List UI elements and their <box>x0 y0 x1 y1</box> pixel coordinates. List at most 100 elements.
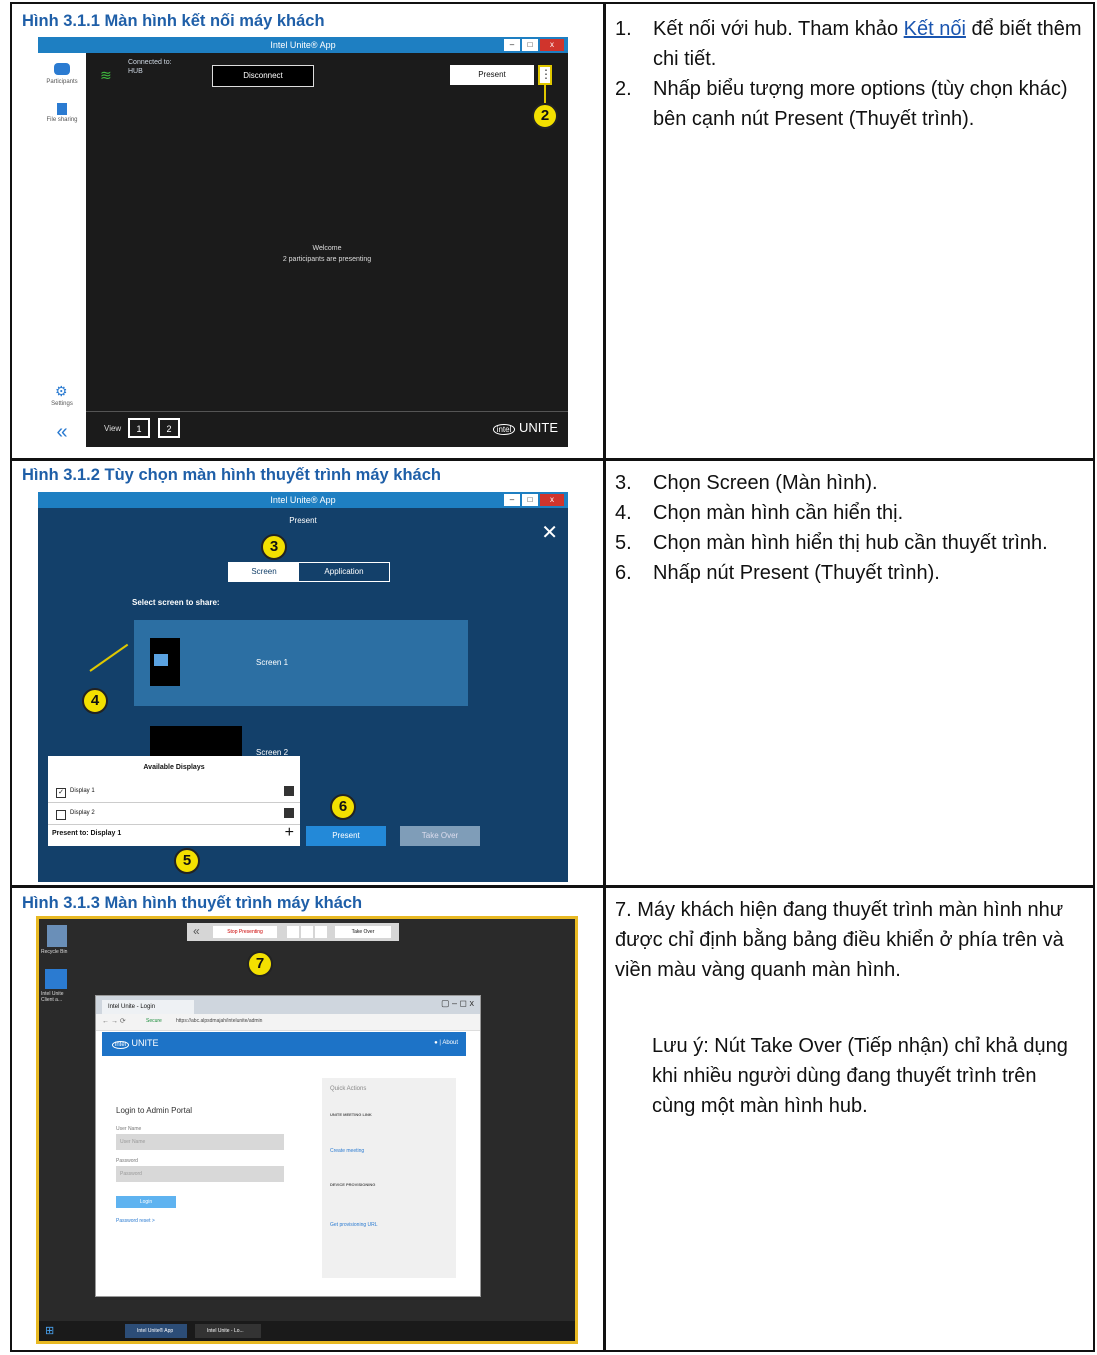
browser-tabbar: Intel Unite - Login ▢ – ◻ x <box>96 996 480 1014</box>
available-displays-popup: Available Displays ✓ Display 1 Display 2… <box>48 756 300 846</box>
disconnect-button[interactable]: Disconnect <box>212 65 314 87</box>
screen-1-thumbnail <box>150 638 180 686</box>
close-icon[interactable]: x <box>540 39 564 51</box>
available-displays-title: Available Displays <box>143 764 205 771</box>
user-name-field[interactable]: User Name <box>116 1134 284 1150</box>
minimize-icon[interactable]: – <box>504 494 520 506</box>
taskbar-browser[interactable]: Intel Unite - Lo... <box>195 1324 261 1338</box>
recycle-bin-label: Recycle Bin <box>41 949 68 955</box>
step-6: 6. Nhấp nút Present (Thuyết trình). <box>615 562 940 584</box>
participants-icon[interactable] <box>54 63 70 75</box>
present-header: Present <box>289 516 317 525</box>
stop-presenting-button[interactable]: Stop Presenting <box>213 926 277 938</box>
meeting-link-title: UNITE MEETING LINK <box>330 1112 372 1117</box>
step-5: 5. Chọn màn hình hiển thị hub cần thuyết … <box>615 532 1048 554</box>
chevron-down-icon[interactable] <box>301 926 313 938</box>
display-2-label: Display 2 <box>70 810 95 816</box>
present-button[interactable]: Present <box>450 65 534 85</box>
password-label: Password <box>116 1158 138 1164</box>
tab-group: Screen Application <box>228 562 390 582</box>
figure-caption-1: Hình 3.1.1 Màn hình kết nối máy khách <box>22 12 325 30</box>
view-label: View <box>104 424 122 433</box>
intel-unite-logo: intel UNITE <box>492 420 558 435</box>
quick-actions-title: Quick Actions <box>330 1086 367 1092</box>
file-sharing-label: File sharing <box>46 117 78 123</box>
callout-7: 7 <box>247 951 273 977</box>
gear-icon[interactable]: ⚙ <box>55 383 68 400</box>
unite-client-icon[interactable] <box>45 969 67 989</box>
step-4: 4. Chọn màn hình cần hiển thị. <box>615 502 904 524</box>
maximize-icon[interactable]: □ <box>522 494 538 506</box>
collapse-icon[interactable]: « <box>193 924 200 938</box>
close-icon[interactable]: x <box>540 494 564 506</box>
login-button[interactable]: Login <box>116 1196 176 1208</box>
callout-4: 4 <box>82 688 108 714</box>
speaker-icon[interactable] <box>315 926 327 938</box>
display-1-checkbox[interactable]: ✓ <box>56 788 66 798</box>
figure-caption-2: Hình 3.1.2 Tùy chọn màn hình thuyết trìn… <box>22 466 441 484</box>
login-title: Login to Admin Portal <box>116 1106 193 1115</box>
collapse-chevron-icon[interactable]: « <box>38 417 86 447</box>
callout-2: 2 <box>532 103 558 129</box>
presenting-toolbar: « Stop Presenting Take Over <box>187 923 399 941</box>
present-button[interactable]: Present <box>306 826 386 846</box>
pen-icon[interactable] <box>287 926 299 938</box>
file-icon[interactable] <box>57 103 67 115</box>
recycle-bin-icon[interactable] <box>47 925 67 947</box>
display-2-checkbox[interactable] <box>56 810 66 820</box>
tab-application[interactable]: Application <box>299 563 389 581</box>
unite-client-label: Intel Unite Client a... <box>41 991 64 1003</box>
grid-icon[interactable] <box>284 786 294 796</box>
callout-5: 5 <box>174 848 200 874</box>
minimize-icon[interactable]: – <box>504 39 520 51</box>
status-text: 2 participants are presenting <box>282 256 372 263</box>
tab-screen[interactable]: Screen <box>229 563 299 581</box>
take-over-button[interactable]: Take Over <box>400 826 480 846</box>
step-3: 3. Chọn Screen (Màn hình). <box>615 472 878 494</box>
address-bar: ← → ⟳ Secure https://abc.alpsdmajah/inte… <box>96 1014 480 1031</box>
maximize-icon[interactable]: □ <box>522 39 538 51</box>
windows-start-icon[interactable]: ⊞ <box>45 1324 54 1337</box>
password-reset-link[interactable]: Password reset > <box>116 1218 155 1224</box>
bottom-bar: View 1 2 intel UNITE <box>86 411 568 448</box>
more-options-icon[interactable]: ⋮ <box>538 65 552 85</box>
app-window-2: Intel Unite® App – □ x Present ✕ 3 Scree… <box>38 492 568 882</box>
unite-logo: intel UNITE <box>112 1038 159 1049</box>
about-link[interactable]: ● | About <box>434 1040 458 1046</box>
link-ket-noi[interactable]: Kết nối <box>904 18 966 40</box>
view-2-button[interactable]: 2 <box>158 418 180 438</box>
browser-tab[interactable]: Intel Unite - Login <box>102 1000 194 1014</box>
note: Lưu ý: Nút Take Over (Tiếp nhận) chỉ khả… <box>652 1035 1068 1117</box>
secure-label: Secure <box>146 1018 162 1024</box>
take-over-button[interactable]: Take Over <box>335 926 391 938</box>
taskbar-unite-app[interactable]: Intel Unite® App <box>125 1324 187 1338</box>
step-2: 2. Nhấp biểu tượng more options (tùy chọn… <box>615 78 1068 130</box>
figure-caption-3: Hình 3.1.3 Màn hình thuyết trình máy khá… <box>22 894 363 912</box>
screen-1-option[interactable]: Screen 1 <box>134 620 468 706</box>
browser-window: Intel Unite - Login ▢ – ◻ x ← → ⟳ Secure… <box>95 995 481 1297</box>
close-x-icon[interactable]: ✕ <box>541 520 558 545</box>
step-1: 1. Kết nối với hub. Tham khảo Kết nối để … <box>615 18 1082 70</box>
taskbar: ⊞ Intel Unite® App Intel Unite - Lo... <box>39 1321 575 1341</box>
callout-6: 6 <box>330 794 356 820</box>
wifi-icon: ≋ <box>100 67 112 83</box>
connected-label: Connected to: <box>128 59 172 66</box>
create-meeting-link[interactable]: Create meeting <box>330 1148 364 1154</box>
title-bar-2: Intel Unite® App <box>38 492 568 508</box>
app-window-1: Intel Unite® App – □ x Participants File… <box>38 37 568 447</box>
participants-label: Participants <box>46 79 78 85</box>
callout-leader <box>544 85 546 103</box>
nav-arrows-icon[interactable]: ← → ⟳ <box>102 1017 126 1025</box>
window-controls-icon[interactable]: ▢ – ◻ x <box>441 998 474 1009</box>
password-field[interactable]: Password <box>116 1166 284 1182</box>
view-1-button[interactable]: 1 <box>128 418 150 438</box>
step-7: 7. Máy khách hiện đang thuyết trình màn … <box>615 899 1064 981</box>
screen-1-label: Screen 1 <box>256 658 289 667</box>
quick-actions-panel: Quick Actions UNITE MEETING LINK Create … <box>322 1078 456 1278</box>
grid-icon[interactable] <box>284 808 294 818</box>
steps-list-2: 3. Chọn Screen (Màn hình). 4. Chọn màn hìn… <box>615 468 1095 588</box>
provisioning-title: DEVICE PROVISIONING <box>330 1182 376 1187</box>
add-icon[interactable]: + <box>285 824 294 842</box>
get-provisioning-link[interactable]: Get provisioning URL <box>330 1222 378 1228</box>
url-input[interactable]: https://abc.alpsdmajah/intelunite/admin <box>176 1018 262 1024</box>
